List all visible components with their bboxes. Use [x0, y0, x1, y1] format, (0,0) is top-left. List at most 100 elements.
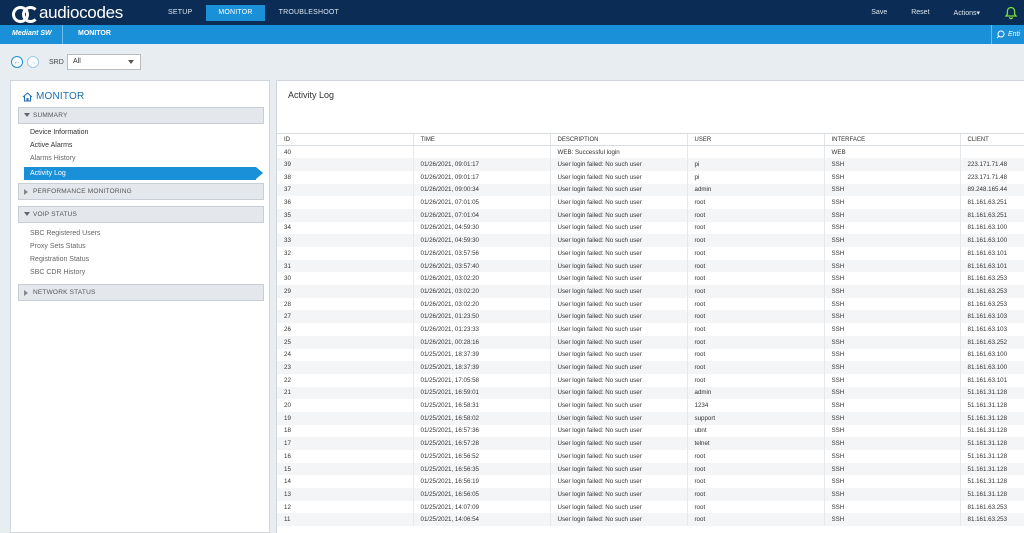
breadcrumb[interactable]: MONITOR [78, 30, 111, 37]
table-row[interactable]: 20 01/25/2021, 16:58:31 User login failed:… [277, 399, 1024, 412]
section-summary-label: SUMMARY [33, 112, 68, 119]
forward-button[interactable]: → [27, 56, 39, 68]
arrow-right-icon: → [29, 58, 37, 66]
table-row[interactable]: 11 01/25/2021, 14:06:54 User login failed:… [277, 513, 1024, 527]
table-row[interactable]: 40 WEB: Successful login WEB [277, 145, 1024, 159]
cell-interface: SSH [823, 196, 960, 209]
table-row[interactable]: 39 01/26/2021, 09:01:17 User login failed:… [277, 158, 1024, 171]
cell-interface: SSH [823, 424, 960, 438]
back-button[interactable]: ← [11, 56, 23, 68]
sidebar-item-activity-log[interactable]: Activity Log [24, 167, 263, 180]
cell-interface: SSH [823, 234, 960, 247]
srd-value: All [73, 58, 81, 65]
column-header-time[interactable]: TIME [412, 133, 550, 146]
cell-description: User login failed: No such user [549, 158, 687, 171]
table-row[interactable]: 16 01/25/2021, 16:56:52 User login failed:… [277, 450, 1024, 463]
cell-interface: SSH [823, 500, 960, 514]
column-header-interface[interactable]: INTERFACE [823, 133, 960, 146]
audiocodes-logo: audiocodes [12, 3, 123, 23]
cell-id: 35 [277, 208, 413, 222]
cell-id: 34 [284, 224, 291, 232]
toolbar: ← → SRD All [0, 44, 1024, 80]
table-row[interactable]: 29 01/26/2021, 03:02:20 User login failed:… [277, 285, 1024, 298]
cell-time: 01/25/2021, 18:37:39 [412, 348, 550, 362]
table-row[interactable]: 12 01/25/2021, 14:07:09 User login failed:… [277, 500, 1024, 514]
table-row[interactable]: 27 01/26/2021, 01:23:50 User login failed:… [277, 310, 1024, 324]
table-row[interactable]: 14 01/25/2021, 16:56:19 User login failed:… [277, 475, 1024, 489]
cell-id: 15 [277, 462, 413, 476]
home-icon [22, 91, 33, 101]
table-row[interactable]: 33 01/26/2021, 04:59:30 User login failed:… [277, 234, 1024, 247]
cell-id: 27 [277, 310, 413, 324]
caret-down-icon [24, 212, 30, 216]
table-row[interactable]: 35 01/26/2021, 07:01:04 User login failed:… [277, 208, 1024, 222]
cell-description: User login failed: No such user [549, 221, 687, 235]
sidebar-item-registration-status[interactable]: Registration Status [30, 256, 89, 263]
table-row[interactable]: 19 01/25/2021, 16:58:02 User login failed:… [277, 411, 1024, 425]
bell-icon[interactable] [1004, 6, 1018, 20]
actions-menu[interactable]: Actions▾ [954, 9, 980, 17]
cell-interface: SSH [823, 348, 960, 362]
sidebar-item-sbc-registered-users[interactable]: SBC Registered Users [30, 230, 100, 237]
table-row[interactable]: 21 01/25/2021, 16:59:01 User login failed:… [277, 386, 1024, 400]
nav-troubleshoot[interactable]: TROUBLESHOOT [271, 5, 347, 21]
table-row[interactable]: 37 01/26/2021, 09:00:34 User login failed:… [277, 183, 1024, 197]
column-header-user[interactable]: USER [686, 133, 824, 146]
entity-filter[interactable]: Enti [991, 25, 1024, 44]
table-row[interactable]: 34 01/26/2021, 04:59:30 User login failed:… [277, 221, 1024, 235]
sidebar-title[interactable]: MONITOR [22, 91, 84, 102]
reset-button[interactable]: Reset [911, 9, 929, 16]
table-row[interactable]: 26 01/26/2021, 01:23:33 User login failed:… [277, 323, 1024, 336]
table-row[interactable]: 36 01/26/2021, 07:01:05 User login failed:… [277, 196, 1024, 209]
cell-interface: SSH [823, 221, 960, 235]
table-row[interactable]: 32 01/26/2021, 03:57:56 User login failed:… [277, 247, 1024, 260]
cell-user: root [686, 323, 824, 336]
cell-client: 223.171.71.48 [959, 158, 1024, 171]
cell-description: User login failed: No such user [549, 170, 687, 184]
cell-id: 38 [284, 173, 291, 181]
cell-interface: SSH [823, 450, 960, 463]
table-row[interactable]: 15 01/25/2021, 16:56:35 User login failed:… [277, 462, 1024, 476]
cell-user: root [686, 348, 824, 362]
srd-select[interactable]: All [67, 54, 141, 70]
section-voip-status[interactable]: VOIP STATUS [18, 206, 264, 223]
table-row[interactable]: 38 01/26/2021, 09:01:17 User login failed:… [277, 170, 1024, 184]
cell-id: 36 [284, 199, 291, 207]
sidebar-item-proxy-sets-status[interactable]: Proxy Sets Status [30, 243, 86, 250]
section-summary[interactable]: SUMMARY [18, 107, 264, 124]
table-row[interactable]: 24 01/25/2021, 18:37:39 User login failed:… [277, 348, 1024, 362]
table-row[interactable]: 25 01/26/2021, 00:28:16 User login failed:… [277, 335, 1024, 349]
column-header-id[interactable]: ID [277, 133, 413, 146]
table-row[interactable]: 28 01/26/2021, 03:02:20 User login failed:… [277, 297, 1024, 311]
table-row[interactable]: 31 01/26/2021, 03:57:40 User login failed:… [277, 259, 1024, 273]
table-row[interactable]: 30 01/26/2021, 03:02:20 User login failed:… [277, 272, 1024, 286]
table-row[interactable]: 22 01/25/2021, 17:05:58 User login failed:… [277, 373, 1024, 387]
cell-interface: SSH [823, 310, 960, 324]
section-performance-monitoring[interactable]: PERFORMANCE MONITORING [18, 183, 264, 200]
column-header-description[interactable]: DESCRIPTION [549, 133, 687, 146]
device-name[interactable]: Mediant SW [12, 30, 52, 37]
nav-setup[interactable]: SETUP [160, 5, 200, 21]
table-row[interactable]: 13 01/25/2021, 16:56:05 User login failed:… [277, 488, 1024, 501]
table-row[interactable]: 17 01/25/2021, 16:57:28 User login failed:… [277, 437, 1024, 450]
cell-user: root [686, 285, 824, 298]
sidebar-item-alarms-history[interactable]: Alarms History [30, 155, 76, 162]
table-row[interactable]: 18 01/25/2021, 16:57:36 User login failed:… [277, 424, 1024, 438]
cell-time: 01/25/2021, 16:57:28 [412, 437, 550, 450]
sidebar-item-sbc-cdr-history[interactable]: SBC CDR History [30, 269, 85, 276]
cell-client: 81.161.63.100 [959, 348, 1024, 362]
section-network-status[interactable]: NETWORK STATUS [18, 284, 264, 301]
cell-time: 01/25/2021, 16:56:05 [412, 488, 550, 501]
sidebar-item-active-alarms[interactable]: Active Alarms [30, 142, 72, 149]
sidebar-item-device-information[interactable]: Device Information [30, 129, 88, 136]
top-bar: audiocodes SETUP MONITOR TROUBLESHOOT Sa… [0, 0, 1024, 25]
cell-id: 16 [284, 452, 291, 460]
cell-user: root [686, 361, 824, 374]
cell-client: 81.161.63.253 [959, 272, 1024, 286]
nav-monitor[interactable]: MONITOR [206, 4, 265, 21]
table-row[interactable]: 23 01/25/2021, 18:37:39 User login failed:… [277, 361, 1024, 374]
column-header-client[interactable]: CLIENT [959, 133, 1024, 146]
cell-user [686, 145, 824, 159]
save-button[interactable]: Save [871, 9, 887, 16]
cell-user: root [686, 310, 824, 324]
